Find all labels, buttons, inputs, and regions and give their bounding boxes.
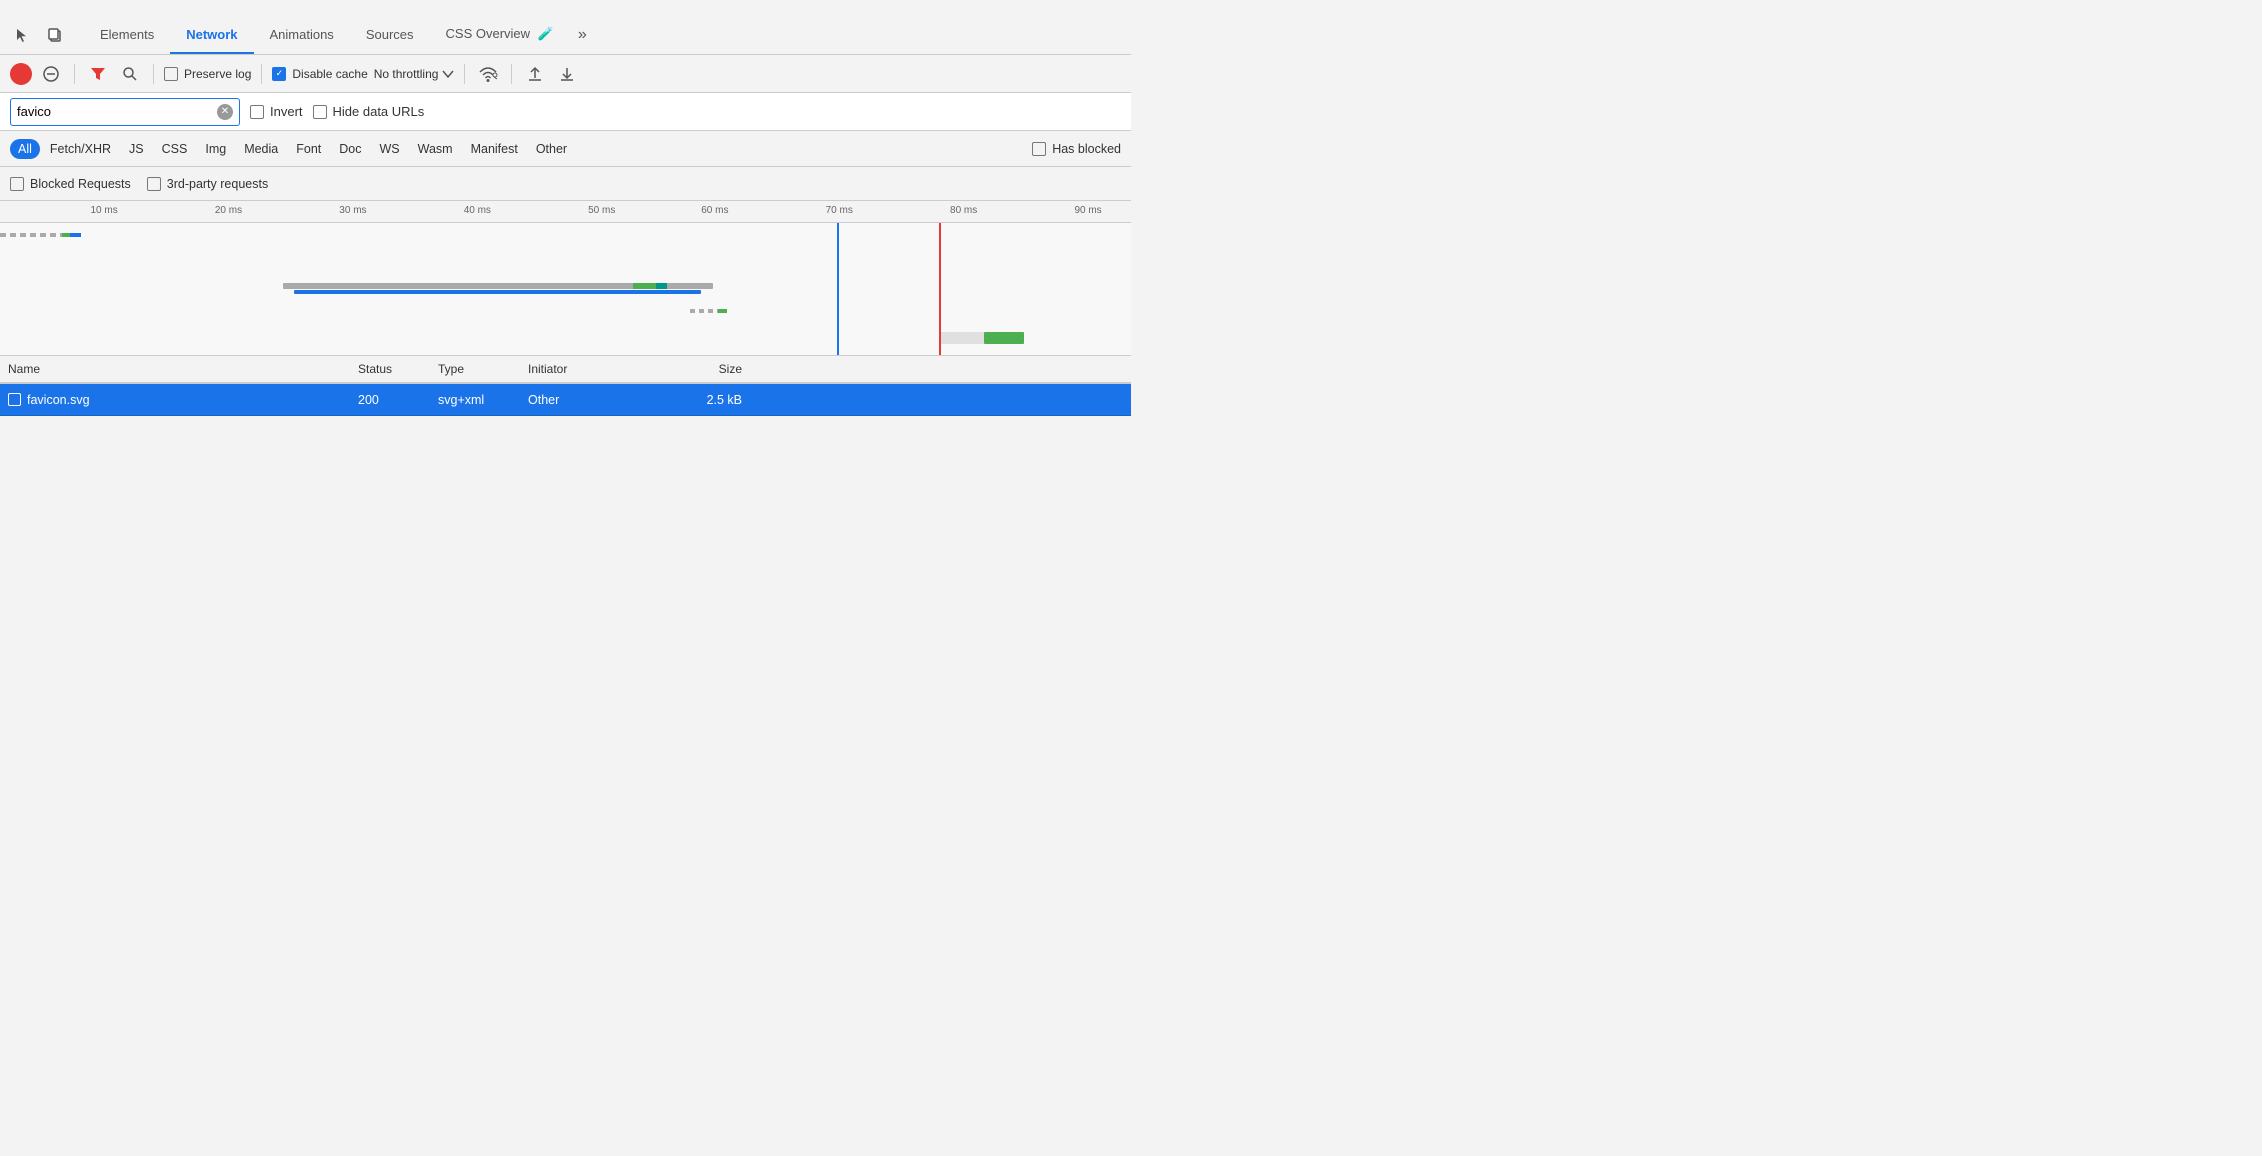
toolbar-divider-4 [464, 64, 465, 84]
timeline-row-3 [0, 273, 1131, 303]
timeline-ruler: 10 ms 20 ms 30 ms 40 ms 50 ms 60 ms 70 m… [0, 201, 1131, 223]
preserve-log-wrap[interactable]: Preserve log [164, 67, 251, 81]
ruler-50ms: 50 ms [588, 205, 615, 216]
tab-sources[interactable]: Sources [350, 19, 430, 54]
search-input-wrap[interactable]: ✕ [10, 98, 240, 126]
type-filter-fetch-xhr[interactable]: Fetch/XHR [42, 139, 119, 159]
type-filter-other[interactable]: Other [528, 139, 575, 159]
ruler-10ms: 10 ms [90, 205, 117, 216]
preserve-log-label: Preserve log [184, 67, 251, 81]
ruler-90ms: 90 ms [1074, 205, 1101, 216]
download-button[interactable] [554, 61, 580, 87]
type-filter-media[interactable]: Media [236, 139, 286, 159]
timeline-row-5 [0, 323, 1131, 353]
table-row[interactable]: favicon.svg 200 svg+xml Other 2.5 kB [0, 384, 1131, 416]
th-type[interactable]: Type [430, 362, 520, 376]
has-blocked-label: Has blocked [1052, 142, 1121, 156]
type-filter-wasm[interactable]: Wasm [410, 139, 461, 159]
disable-cache-label: Disable cache [292, 67, 367, 81]
td-status: 200 [350, 393, 430, 407]
ruler-80ms: 80 ms [950, 205, 977, 216]
copy-icon[interactable] [42, 22, 68, 48]
timeline-row-2 [0, 253, 1131, 273]
filter-button[interactable] [85, 61, 111, 87]
preserve-log-checkbox[interactable] [164, 67, 178, 81]
search-button[interactable] [117, 61, 143, 87]
third-party-label: 3rd-party requests [167, 177, 268, 191]
type-filter-font[interactable]: Font [288, 139, 329, 159]
ruler-20ms: 20 ms [215, 205, 242, 216]
ruler-40ms: 40 ms [464, 205, 491, 216]
clear-search-button[interactable]: ✕ [217, 104, 233, 120]
toolbar-divider-3 [261, 64, 262, 84]
timeline-vline-red [939, 223, 941, 356]
tab-network[interactable]: Network [170, 19, 253, 54]
disable-cache-checkbox[interactable]: ✓ [272, 67, 286, 81]
th-status[interactable]: Status [350, 362, 430, 376]
ruler-30ms: 30 ms [339, 205, 366, 216]
tab-bar: Elements Network Animations Sources CSS … [0, 0, 1131, 55]
toolbar: Preserve log ✓ Disable cache No throttli… [0, 55, 1131, 93]
disable-cache-wrap[interactable]: ✓ Disable cache [272, 67, 367, 81]
invert-checkbox[interactable] [250, 105, 264, 119]
toolbar-divider-1 [74, 64, 75, 84]
search-input[interactable] [17, 104, 217, 119]
type-filter-ws[interactable]: WS [371, 139, 407, 159]
has-blocked-option[interactable]: Has blocked [1032, 142, 1121, 156]
type-filter-all[interactable]: All [10, 139, 40, 159]
timeline-row-1 [0, 223, 1131, 253]
blocked-requests-option[interactable]: Blocked Requests [10, 177, 131, 191]
blocked-requests-checkbox[interactable] [10, 177, 24, 191]
file-name: favicon.svg [27, 393, 90, 407]
clear-button[interactable] [38, 61, 64, 87]
type-filter-manifest[interactable]: Manifest [463, 139, 526, 159]
type-filter-img[interactable]: Img [197, 139, 234, 159]
no-throttling-label: No throttling [374, 67, 439, 81]
cursor-icon[interactable] [8, 22, 34, 48]
wifi-settings-button[interactable] [475, 61, 501, 87]
third-party-option[interactable]: 3rd-party requests [147, 177, 268, 191]
tab-elements[interactable]: Elements [84, 19, 170, 54]
td-initiator: Other [520, 393, 670, 407]
td-name: favicon.svg [0, 393, 350, 407]
row-checkbox[interactable] [8, 393, 21, 406]
hide-data-urls-label: Hide data URLs [333, 104, 425, 119]
hide-data-urls-option[interactable]: Hide data URLs [313, 104, 425, 119]
more-tabs-button[interactable]: » [570, 18, 595, 54]
timeline-row-4 [0, 303, 1131, 323]
toolbar-divider-2 [153, 64, 154, 84]
upload-button[interactable] [522, 61, 548, 87]
invert-option[interactable]: Invert [250, 104, 303, 119]
table-header: Name Status Type Initiator Size [0, 356, 1131, 384]
td-type: svg+xml [430, 393, 520, 407]
type-filter-css[interactable]: CSS [154, 139, 196, 159]
timeline-area: 10 ms 20 ms 30 ms 40 ms 50 ms 60 ms 70 m… [0, 201, 1131, 356]
th-initiator[interactable]: Initiator [520, 362, 670, 376]
timeline-rows [0, 223, 1131, 356]
record-button[interactable] [10, 63, 32, 85]
toolbar-divider-5 [511, 64, 512, 84]
third-party-checkbox[interactable] [147, 177, 161, 191]
chevron-down-icon [442, 70, 454, 78]
tab-css-overview[interactable]: CSS Overview 🧪 [430, 18, 570, 54]
ruler-70ms: 70 ms [826, 205, 853, 216]
throttle-select[interactable]: No throttling [374, 67, 455, 81]
has-blocked-checkbox[interactable] [1032, 142, 1046, 156]
hide-data-urls-checkbox[interactable] [313, 105, 327, 119]
th-size[interactable]: Size [670, 362, 750, 376]
blocked-requests-label: Blocked Requests [30, 177, 131, 191]
th-name[interactable]: Name [0, 362, 350, 376]
invert-label: Invert [270, 104, 303, 119]
ruler-60ms: 60 ms [701, 205, 728, 216]
type-filter-bar: All Fetch/XHR JS CSS Img Media Font Doc … [0, 131, 1131, 167]
flask-icon: 🧪 [538, 26, 554, 41]
td-size: 2.5 kB [670, 393, 750, 407]
timeline-vline-blue [837, 223, 839, 356]
tab-animations[interactable]: Animations [254, 19, 350, 54]
filter-bar: ✕ Invert Hide data URLs [0, 93, 1131, 131]
extra-filter-bar: Blocked Requests 3rd-party requests [0, 167, 1131, 201]
tab-bar-icons [8, 22, 68, 54]
type-filter-js[interactable]: JS [121, 139, 152, 159]
type-filter-doc[interactable]: Doc [331, 139, 369, 159]
